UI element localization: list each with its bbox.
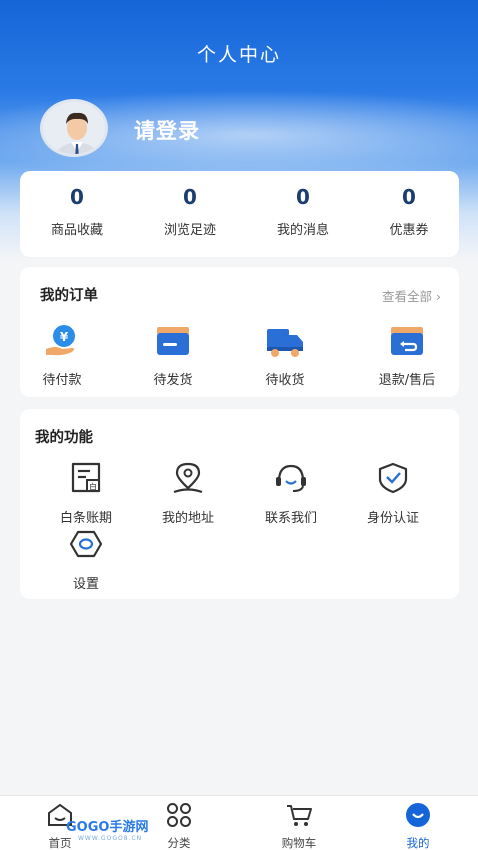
stat-favorites[interactable]: 0 商品收藏	[22, 185, 132, 238]
watermark-logo: GOGO手游网 WWW.GOGO8.CN	[66, 816, 148, 842]
stat-value: 0	[402, 185, 416, 209]
tab-label: 我的	[406, 836, 430, 850]
svg-text:白: 白	[89, 482, 97, 492]
func-credit[interactable]: 白 白条账期	[36, 461, 136, 526]
stat-label: 我的消息	[276, 223, 329, 238]
login-link[interactable]: 请登录	[134, 115, 200, 145]
functions-title: 我的功能	[35, 430, 93, 446]
stat-coupons[interactable]: 0 优惠券	[354, 185, 464, 238]
truck-icon	[267, 329, 303, 357]
order-label: 待收货	[265, 373, 305, 388]
avatar[interactable]	[40, 99, 108, 157]
stat-value: 0	[296, 185, 310, 209]
watermark-subtext: WWW.GOGO8.CN	[78, 835, 143, 842]
func-address[interactable]: 我的地址	[138, 461, 238, 526]
func-contact[interactable]: 联系我们	[241, 461, 341, 526]
order-pending-payment[interactable]: ¥ 待付款	[17, 323, 107, 388]
stat-label: 商品收藏	[50, 223, 103, 238]
stat-history[interactable]: 0 浏览足迹	[135, 185, 245, 238]
shield-icon	[378, 462, 408, 494]
stat-value: 0	[70, 185, 84, 209]
order-label: 待发货	[153, 373, 193, 388]
headset-icon	[276, 464, 306, 492]
stat-label: 浏览足迹	[163, 223, 216, 238]
orders-card: 我的订单 查看全部 › ¥ 待付款 待发货 待收货 退款/售后	[20, 267, 459, 397]
order-pending-shipment[interactable]: 待发货	[128, 323, 218, 388]
func-label: 白条账期	[59, 511, 112, 526]
order-refund[interactable]: 退款/售后	[362, 323, 452, 388]
tab-mine[interactable]: 我的	[373, 802, 463, 850]
svg-text:¥: ¥	[60, 330, 69, 344]
func-label: 身份认证	[366, 511, 419, 526]
functions-card: 我的功能 白 白条账期 我的地址 联系我们 身份认证 设置	[20, 409, 459, 599]
tab-label: 购物车	[281, 836, 317, 850]
settings-icon	[69, 530, 103, 558]
order-label: 退款/售后	[378, 373, 436, 388]
orders-title: 我的订单	[40, 288, 98, 304]
stat-messages[interactable]: 0 我的消息	[248, 185, 358, 238]
location-icon	[173, 462, 203, 494]
func-label: 我的地址	[161, 511, 214, 526]
stats-card: 0 商品收藏 0 浏览足迹 0 我的消息 0 优惠券	[20, 171, 459, 257]
watermark-text: GOGO手游网	[66, 820, 149, 835]
grid-icon	[167, 803, 191, 827]
view-all-orders-link[interactable]: 查看全部 ›	[382, 286, 441, 305]
profile-icon	[406, 803, 430, 827]
payment-icon: ¥	[46, 325, 75, 356]
func-identity[interactable]: 身份认证	[343, 461, 443, 526]
func-label: 联系我们	[264, 511, 317, 526]
stat-label: 优惠券	[389, 223, 429, 238]
refund-icon	[391, 327, 423, 355]
stat-value: 0	[183, 185, 197, 209]
func-settings[interactable]: 设置	[36, 527, 136, 592]
order-label: 待付款	[42, 373, 82, 388]
tab-cart[interactable]: 购物车	[254, 802, 344, 850]
cart-icon	[287, 805, 312, 826]
page-title: 个人中心	[196, 44, 281, 66]
credit-icon: 白	[71, 462, 101, 493]
pending-shipment-icon	[157, 327, 189, 355]
order-pending-receipt[interactable]: 待收货	[240, 323, 330, 388]
func-label: 设置	[72, 577, 99, 592]
